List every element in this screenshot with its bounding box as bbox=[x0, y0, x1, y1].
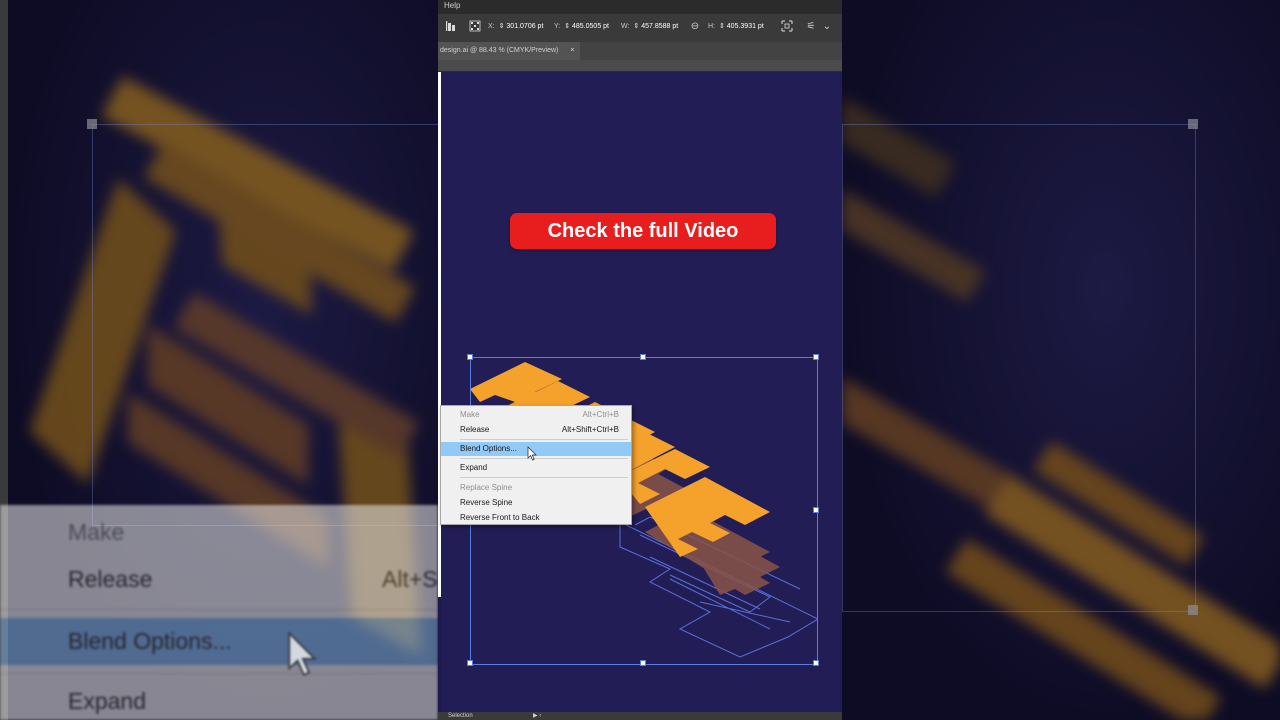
zoomed-menu-make: Make bbox=[68, 519, 125, 545]
ruler bbox=[438, 60, 842, 72]
zoomed-selection-frame bbox=[92, 124, 438, 526]
resize-handle-tc[interactable] bbox=[640, 354, 646, 360]
artboard[interactable]: Check the full Video bbox=[441, 72, 842, 712]
document-tab[interactable]: design.ai @ 88.43 % (CMYK/Preview) × bbox=[438, 42, 581, 60]
menu-separator bbox=[460, 458, 628, 459]
align-icon[interactable] bbox=[444, 20, 458, 34]
menu-help[interactable]: Help bbox=[444, 1, 460, 10]
stepper-icon[interactable]: ⇕ bbox=[564, 23, 570, 30]
menu-item-label: Replace Spine bbox=[460, 483, 513, 492]
link-proportions-icon[interactable]: ⊖ bbox=[688, 20, 702, 34]
zoomed-menu-separator bbox=[0, 673, 438, 674]
zoomed-handle bbox=[1188, 605, 1198, 615]
zoomed-arrow-cursor-icon bbox=[288, 630, 318, 677]
isolation-icon[interactable]: ⚟ bbox=[804, 20, 818, 34]
zoomed-menu-expand: Expand bbox=[68, 688, 147, 714]
menu-item-shortcut: Alt+Shift+Ctrl+B bbox=[561, 425, 619, 434]
menu-item-label: Reverse Front to Back bbox=[460, 513, 540, 522]
blurred-background-right bbox=[842, 0, 1280, 720]
illustrator-window: Help X: ⇕ 301.0706 pt Y: ⇕ 485.0505 pt W… bbox=[438, 0, 842, 720]
x-label: X: bbox=[488, 23, 495, 30]
menu-bar: Help bbox=[438, 0, 842, 14]
h-field[interactable]: H: ⇕ 405.3931 pt bbox=[708, 22, 764, 30]
w-field[interactable]: W: ⇕ 457.8588 pt bbox=[621, 22, 678, 30]
blurred-background-left: Make Release Alt+S Blend Options... Expa… bbox=[0, 0, 438, 720]
menu-separator bbox=[460, 439, 628, 440]
y-field[interactable]: Y: ⇕ 485.0505 pt bbox=[554, 22, 609, 30]
zoomed-menu-blend-options: Blend Options... bbox=[68, 628, 232, 654]
stepper-icon[interactable]: ⇕ bbox=[499, 23, 505, 30]
menu-item-label: Expand bbox=[460, 463, 488, 472]
resize-handle-bl[interactable] bbox=[467, 660, 473, 666]
w-value[interactable]: 457.8588 pt bbox=[641, 23, 678, 30]
resize-handle-tr[interactable] bbox=[813, 354, 819, 360]
resize-handle-br[interactable] bbox=[813, 660, 819, 666]
x-value[interactable]: 301.0706 pt bbox=[506, 23, 543, 30]
status-tool[interactable]: Selection bbox=[448, 712, 473, 720]
dropdown-chevron-icon[interactable]: ⌄ bbox=[820, 20, 834, 34]
x-field[interactable]: X: ⇕ 301.0706 pt bbox=[488, 22, 543, 30]
menu-item-label: Reverse Spine bbox=[460, 498, 513, 507]
close-icon[interactable]: × bbox=[570, 47, 574, 54]
menu-item-reverse-front-to-back[interactable]: Reverse Front to Back bbox=[441, 511, 631, 525]
check-video-banner[interactable]: Check the full Video bbox=[510, 213, 776, 249]
resize-handle-mr[interactable] bbox=[813, 507, 819, 513]
h-label: H: bbox=[708, 23, 715, 30]
menu-item-reverse-spine[interactable]: Reverse Spine bbox=[441, 496, 631, 510]
document-tab-bar: design.ai @ 88.43 % (CMYK/Preview) × bbox=[438, 42, 842, 60]
menu-item-label: Make bbox=[460, 410, 480, 419]
transform-icon[interactable] bbox=[780, 20, 794, 34]
zoomed-selection-frame bbox=[842, 124, 1196, 612]
menu-item-label: Release bbox=[460, 425, 490, 434]
reference-point-icon[interactable] bbox=[468, 20, 482, 34]
menu-item-replace-spine[interactable]: Replace Spine bbox=[441, 481, 631, 495]
status-bar: Selection ▶ ‹ bbox=[438, 712, 842, 720]
menu-separator bbox=[460, 477, 628, 478]
y-value[interactable]: 485.0505 pt bbox=[572, 23, 609, 30]
menu-item-release[interactable]: Release Alt+Shift+Ctrl+B bbox=[441, 423, 631, 437]
stepper-icon[interactable]: ⇕ bbox=[633, 23, 639, 30]
w-label: W: bbox=[621, 23, 630, 30]
blend-context-menu: Make Alt+Ctrl+B Release Alt+Shift+Ctrl+B… bbox=[440, 405, 632, 525]
zoomed-menu-separator bbox=[0, 609, 438, 610]
zoomed-handle bbox=[1188, 119, 1198, 129]
control-bar: X: ⇕ 301.0706 pt Y: ⇕ 485.0505 pt W: ⇕ 4… bbox=[438, 14, 842, 43]
document-tab-title: design.ai @ 88.43 % (CMYK/Preview) bbox=[440, 47, 559, 54]
resize-handle-bc[interactable] bbox=[640, 660, 646, 666]
h-value[interactable]: 405.3931 pt bbox=[727, 23, 764, 30]
zoomed-menu-release: Release bbox=[68, 566, 153, 592]
resize-handle-tl[interactable] bbox=[467, 354, 473, 360]
zoomed-context-menu: Make Release Alt+S Blend Options... Expa… bbox=[0, 505, 438, 720]
status-arrows-icon[interactable]: ▶ ‹ bbox=[533, 712, 541, 720]
zoomed-handle bbox=[87, 119, 97, 129]
menu-item-label: Blend Options... bbox=[460, 444, 517, 453]
arrow-cursor-icon bbox=[527, 446, 537, 461]
y-label: Y: bbox=[554, 23, 561, 30]
stepper-icon[interactable]: ⇕ bbox=[719, 23, 725, 30]
menu-item-make[interactable]: Make Alt+Ctrl+B bbox=[441, 408, 631, 422]
menu-item-expand[interactable]: Expand bbox=[441, 461, 631, 475]
zoomed-menu-release-shortcut: Alt+S bbox=[382, 566, 438, 592]
menu-item-shortcut: Alt+Ctrl+B bbox=[582, 410, 619, 419]
